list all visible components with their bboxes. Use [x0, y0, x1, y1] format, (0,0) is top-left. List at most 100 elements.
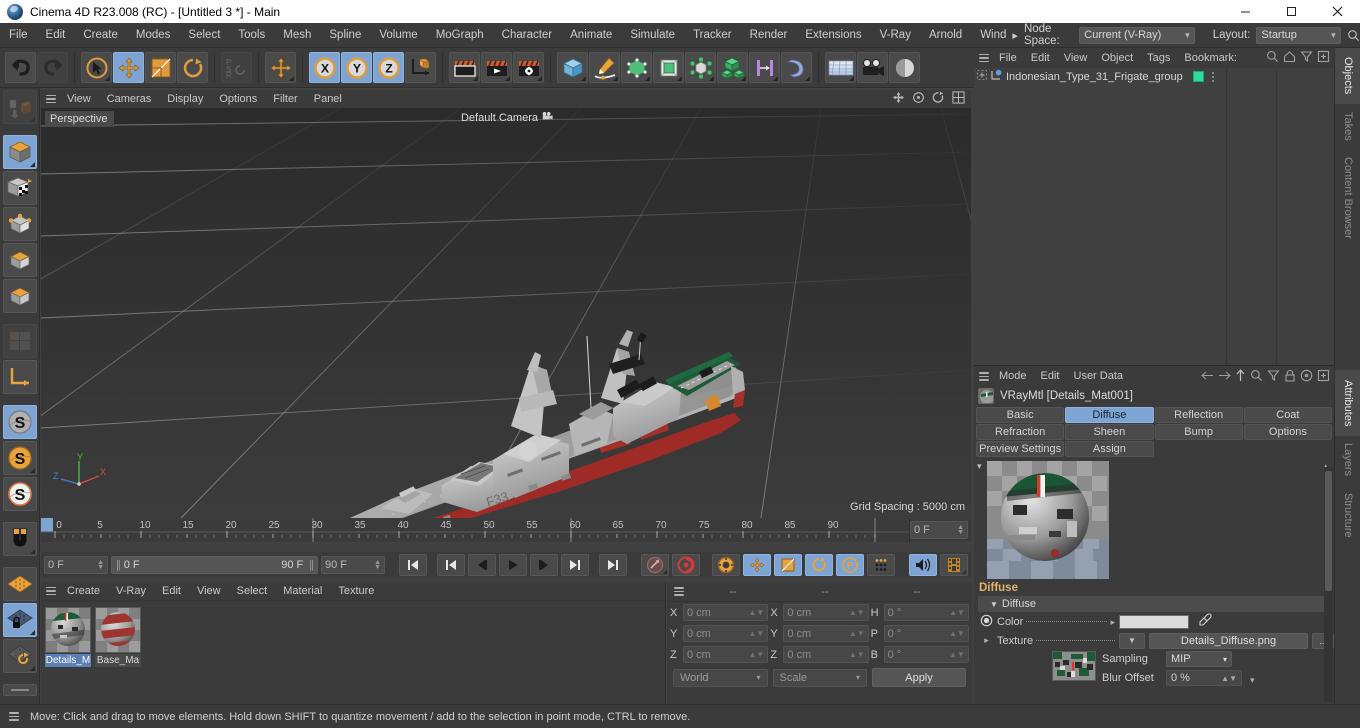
spinner-icon[interactable]: ▲▼ [849, 629, 865, 638]
menu-tracker[interactable]: Tracker [684, 23, 741, 48]
material-name[interactable]: Base_Ma [95, 654, 141, 667]
menu-extensions[interactable]: Extensions [796, 23, 870, 48]
palette-resize-handle[interactable] [2, 684, 37, 696]
menu-arnold[interactable]: Arnold [920, 23, 971, 48]
object-mode-icon[interactable] [2, 135, 37, 169]
material-menu-vray[interactable]: V-Ray [108, 582, 154, 601]
color-radio-icon[interactable] [980, 614, 993, 630]
tab-bump[interactable]: Bump [1154, 424, 1243, 440]
diffuse-group-header[interactable]: ▼ Diffuse [978, 596, 1330, 612]
viewport-menu-panel[interactable]: Panel [306, 90, 350, 108]
material-menu-select[interactable]: Select [229, 582, 276, 601]
blur-offset-input[interactable]: 0 % ▲▼ [1166, 670, 1242, 686]
rot-h-input[interactable]: 0 ° ▲▼ [883, 604, 969, 621]
hamburger-icon[interactable] [43, 90, 59, 108]
workplane-snap-icon[interactable]: S [2, 477, 37, 511]
search-icon[interactable] [1347, 26, 1360, 44]
magnet-tool-icon[interactable] [2, 522, 37, 556]
menu-tools[interactable]: Tools [229, 23, 274, 48]
search-icon[interactable] [1266, 50, 1279, 66]
workplane-icon[interactable] [2, 567, 37, 601]
go-to-end-button[interactable] [599, 554, 627, 576]
spinner-icon[interactable]: ▲▼ [957, 524, 964, 536]
polygon-mode-icon[interactable] [2, 279, 37, 313]
spinner-icon[interactable]: ▲▼ [849, 650, 865, 659]
record-active-objects-icon[interactable] [641, 554, 669, 576]
node-space-select[interactable]: Current (V-Ray) ▾ [1079, 26, 1195, 44]
menu-edit[interactable]: Edit [37, 23, 75, 48]
key-scale-icon[interactable] [774, 554, 802, 576]
menu-render[interactable]: Render [741, 23, 797, 48]
menu-modes[interactable]: Modes [127, 23, 180, 48]
rotate-view-icon[interactable] [932, 91, 945, 107]
rotate-tool-icon[interactable] [177, 52, 208, 83]
am-menu-mode[interactable]: Mode [992, 367, 1034, 386]
menu-animate[interactable]: Animate [561, 23, 621, 48]
om-menu-tags[interactable]: Tags [1140, 48, 1177, 68]
planar-workplane-icon[interactable] [2, 639, 37, 673]
texture-expand-icon[interactable]: ▸ [980, 635, 993, 646]
object-visibility-dots[interactable] [1211, 71, 1214, 82]
viewport-menu-cameras[interactable]: Cameras [99, 90, 160, 108]
expand-toggle-icon[interactable] [977, 70, 987, 83]
key-parameter-icon[interactable]: P [836, 554, 864, 576]
move-world-icon[interactable] [265, 52, 296, 83]
spinner-icon[interactable]: ▲▼ [374, 559, 381, 571]
move-view-icon[interactable] [892, 91, 905, 107]
tab-basic[interactable]: Basic [976, 407, 1065, 423]
pos-y-input[interactable]: 0 cm ▲▼ [683, 625, 769, 642]
object-tree[interactable]: Indonesian_Type_31_Frigate_group [974, 68, 1334, 365]
play-button[interactable] [499, 554, 527, 576]
size-z-input[interactable]: 0 cm ▲▼ [783, 646, 869, 663]
apply-button[interactable]: Apply [872, 668, 966, 687]
menu-character[interactable]: Character [493, 23, 562, 48]
timeline-view-icon[interactable] [940, 554, 968, 576]
viewport-menu-display[interactable]: Display [159, 90, 211, 108]
minimize-button[interactable] [1222, 0, 1268, 23]
spinner-icon[interactable]: ▲▼ [97, 559, 104, 571]
layout-select[interactable]: Startup ▾ [1256, 26, 1341, 44]
eyedropper-icon[interactable] [1198, 613, 1212, 630]
enable-snap-icon[interactable]: S [2, 405, 37, 439]
pos-x-input[interactable]: 0 cm ▲▼ [683, 604, 769, 621]
spline-pen-icon[interactable] [589, 52, 620, 83]
rot-p-input[interactable]: 0 ° ▲▼ [883, 625, 969, 642]
range-right-grip[interactable]: || [309, 559, 314, 571]
texture-filename-field[interactable]: Details_Diffuse.png [1149, 632, 1308, 649]
tab-coat[interactable]: Coat [1243, 407, 1332, 423]
light-icon[interactable] [889, 52, 920, 83]
preview-range-slider[interactable]: || 0 F 90 F || [111, 556, 318, 574]
undo-view-icon[interactable] [2, 90, 37, 124]
am-menu-edit[interactable]: Edit [1034, 367, 1067, 386]
texture-dropdown-button[interactable]: ▼ [1119, 632, 1145, 649]
menu-mesh[interactable]: Mesh [274, 23, 320, 48]
om-menu-edit[interactable]: Edit [1024, 48, 1057, 68]
render-view-icon[interactable] [449, 52, 480, 83]
target-icon[interactable] [1300, 369, 1313, 385]
om-menu-view[interactable]: View [1057, 48, 1095, 68]
tab-assign[interactable]: Assign [1065, 441, 1154, 457]
menu-window[interactable]: Wind [971, 23, 1008, 48]
attributes-scrollbar-thumb[interactable] [1325, 471, 1332, 591]
frigate-model[interactable]: F33 [41, 108, 971, 518]
tab-sheen[interactable]: Sheen [1065, 424, 1154, 440]
autokeying-icon[interactable] [672, 554, 700, 576]
hamburger-icon[interactable] [6, 705, 22, 728]
render-picture-viewer-icon[interactable] [481, 52, 512, 83]
render-settings-icon[interactable] [513, 52, 544, 83]
material-slot[interactable]: Base_Ma [95, 607, 141, 667]
lock-workplane-icon[interactable] [2, 603, 37, 637]
mograph-cloner-icon[interactable] [717, 52, 748, 83]
filter-icon[interactable] [1267, 369, 1280, 385]
menu-file[interactable]: File [0, 23, 37, 48]
axis-x-toggle[interactable]: X [309, 52, 340, 83]
start-frame-input[interactable]: 0 F ▲ ▼ [44, 556, 108, 574]
key-point-level-animation-icon[interactable] [867, 554, 895, 576]
key-position-icon[interactable] [743, 554, 771, 576]
material-menu-material[interactable]: Material [275, 582, 330, 601]
search-icon[interactable] [1250, 369, 1263, 385]
object-tag-swatch[interactable] [1192, 71, 1204, 82]
tab-diffuse[interactable]: Diffuse [1065, 407, 1154, 423]
material-menu-texture[interactable]: Texture [330, 582, 382, 601]
go-to-next-key-button[interactable] [561, 554, 589, 576]
